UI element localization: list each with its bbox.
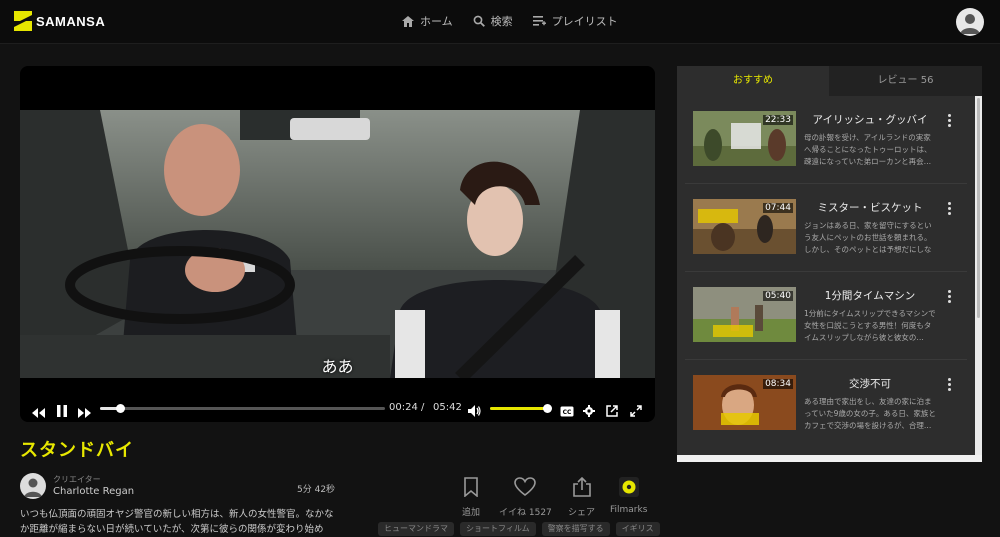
add-button[interactable]: 追加 [462,477,480,518]
nav-playlist-label: プレイリスト [551,15,618,28]
creator-role: クリエイター [53,475,101,484]
item-title[interactable]: 交渉不可 [808,376,932,391]
rewind-icon[interactable] [32,403,45,422]
panel-scrollbar[interactable] [975,96,982,456]
tab-reviews[interactable]: レビュー 56 [829,66,982,96]
filmarks-label: Filmarks [610,505,648,515]
panel-bottom-edge [677,455,982,462]
user-avatar[interactable] [956,8,984,36]
volume-handle[interactable] [543,404,552,413]
settings-gear-icon[interactable] [583,402,595,421]
item-title[interactable]: アイリッシュ・グッバイ [808,112,932,127]
share-label: シェア [568,508,596,518]
side-panel: おすすめ レビュー 56 22:33 アイリッシュ・グッバイ 母の訃報を受け、ア… [677,66,982,462]
playlist-icon [532,15,546,27]
scrollbar-thumb[interactable] [977,98,980,318]
item-description: ジョンはある日、家を留守にするという友人にペットのお世話を頼まれる。しかし、その… [804,221,932,254]
pause-icon[interactable] [57,402,67,421]
add-label: 追加 [462,508,481,518]
video-scene-image [20,110,655,378]
time-separator: / [421,402,425,413]
progress-slider[interactable] [100,404,385,413]
thumbnail-duration: 07:44 [763,203,793,213]
thumbnail[interactable]: 08:34 [693,375,796,430]
list-item[interactable]: 07:44 ミスター・ビスケット ジョンはある日、家を留守にするという友人にペッ… [677,184,975,272]
list-item[interactable]: 08:34 交渉不可 ある理由で家出をし、友達の家に泊まっていた9歳の女の子。あ… [677,360,975,448]
more-options-icon[interactable] [944,289,954,305]
recommended-list: 22:33 アイリッシュ・グッバイ 母の訃報を受け、アイルランドの実家へ帰ること… [677,96,975,462]
nav-home-label: ホーム [420,15,453,28]
share-icon [572,476,592,501]
volume-icon[interactable] [468,402,481,421]
tag-item[interactable]: 警察を描写する [541,522,610,536]
like-button[interactable]: イイね 1527 [499,477,552,518]
video-title: スタンドバイ [20,440,134,461]
main-nav: ホーム 検索 プレイリスト [402,13,618,29]
filmarks-icon [618,477,639,501]
creator-silhouette-icon [24,478,42,497]
volume-fill [490,407,547,410]
thumbnail[interactable]: 22:33 [693,111,796,166]
tab-recommended[interactable]: おすすめ [677,66,829,96]
thumbnail-duration: 05:40 [763,291,793,301]
subtitle-text: ああ [321,357,354,376]
logo-mark-icon [14,11,32,31]
thumbnail-duration: 22:33 [763,115,793,125]
more-options-icon[interactable] [944,113,954,129]
list-item[interactable]: 05:40 1分間タイムマシン 1分前にタイムスリップできるマシンで女性を口説こ… [677,272,975,360]
logo-text: SAMANSA [36,13,106,29]
samansa-logo[interactable]: SAMANSA [14,11,105,31]
list-item[interactable]: 22:33 アイリッシュ・グッバイ 母の訃報を受け、アイルランドの実家へ帰ること… [677,96,975,184]
thumbnail[interactable]: 07:44 [693,199,796,254]
tag-item[interactable]: ヒューマンドラマ [378,522,454,536]
more-options-icon[interactable] [944,377,954,393]
current-time: 00:24 [389,402,418,413]
total-time: 05:42 [433,402,462,413]
video-duration: 5分 42秒 [297,485,336,495]
captions-icon[interactable]: CC [560,402,574,421]
item-description: 1分前にタイムスリップできるマシンで女性を口説こうとする男性！何度もタイムスリッ… [804,309,936,342]
nav-playlist[interactable]: プレイリスト [532,13,618,29]
video-description: いつも仏頂面の頑固オヤジ警官の新しい相方は、新人の女性警官。なかなか距離が縮まら… [20,509,334,535]
item-description: ある理由で家出をし、友達の家に泊まっていた9歳の女の子。ある日、家族とカフェで交… [804,397,936,430]
tag-item[interactable]: イギリス [615,522,660,536]
like-label: イイね 1527 [499,508,552,518]
tag-list: ヒューマンドラマ ショートフィルム 警察を描写する イギリス [378,522,660,536]
creator-avatar[interactable] [20,473,46,499]
fast-forward-icon[interactable] [78,403,91,422]
volume-slider[interactable] [490,404,552,413]
tag-item[interactable]: ショートフィルム [460,522,536,536]
item-title[interactable]: ミスター・ビスケット [808,200,932,215]
svg-text:CC: CC [563,409,572,416]
item-description: 母の訃報を受け、アイルランドの実家へ帰ることになったトゥーロットは、疎遠になって… [804,133,932,166]
home-icon [402,15,414,27]
search-icon [473,15,485,27]
fullscreen-icon[interactable] [630,402,642,421]
nav-search-label: 検索 [490,15,513,28]
nav-home[interactable]: ホーム [402,13,453,29]
more-options-icon[interactable] [944,201,954,217]
item-title[interactable]: 1分間タイムマシン [808,288,932,303]
thumbnail[interactable]: 05:40 [693,287,796,342]
thumbnail-duration: 08:34 [763,379,793,389]
video-player[interactable]: ああ 00:24 / 05:42 CC [20,66,655,422]
top-bar: SAMANSA ホーム 検索 プレイリスト [0,0,1000,44]
nav-search[interactable]: 検索 [473,13,513,29]
filmarks-button[interactable]: Filmarks [610,477,647,515]
heart-icon [514,477,537,501]
user-silhouette-icon [960,14,980,34]
bookmark-icon [463,477,479,501]
video-frame[interactable] [20,110,655,378]
creator-name[interactable]: Charlotte Regan [53,486,134,497]
panel-tabs: おすすめ レビュー 56 [677,66,982,96]
share-button[interactable]: シェア [568,476,596,518]
progress-handle[interactable] [115,404,125,413]
popout-icon[interactable] [606,402,618,421]
